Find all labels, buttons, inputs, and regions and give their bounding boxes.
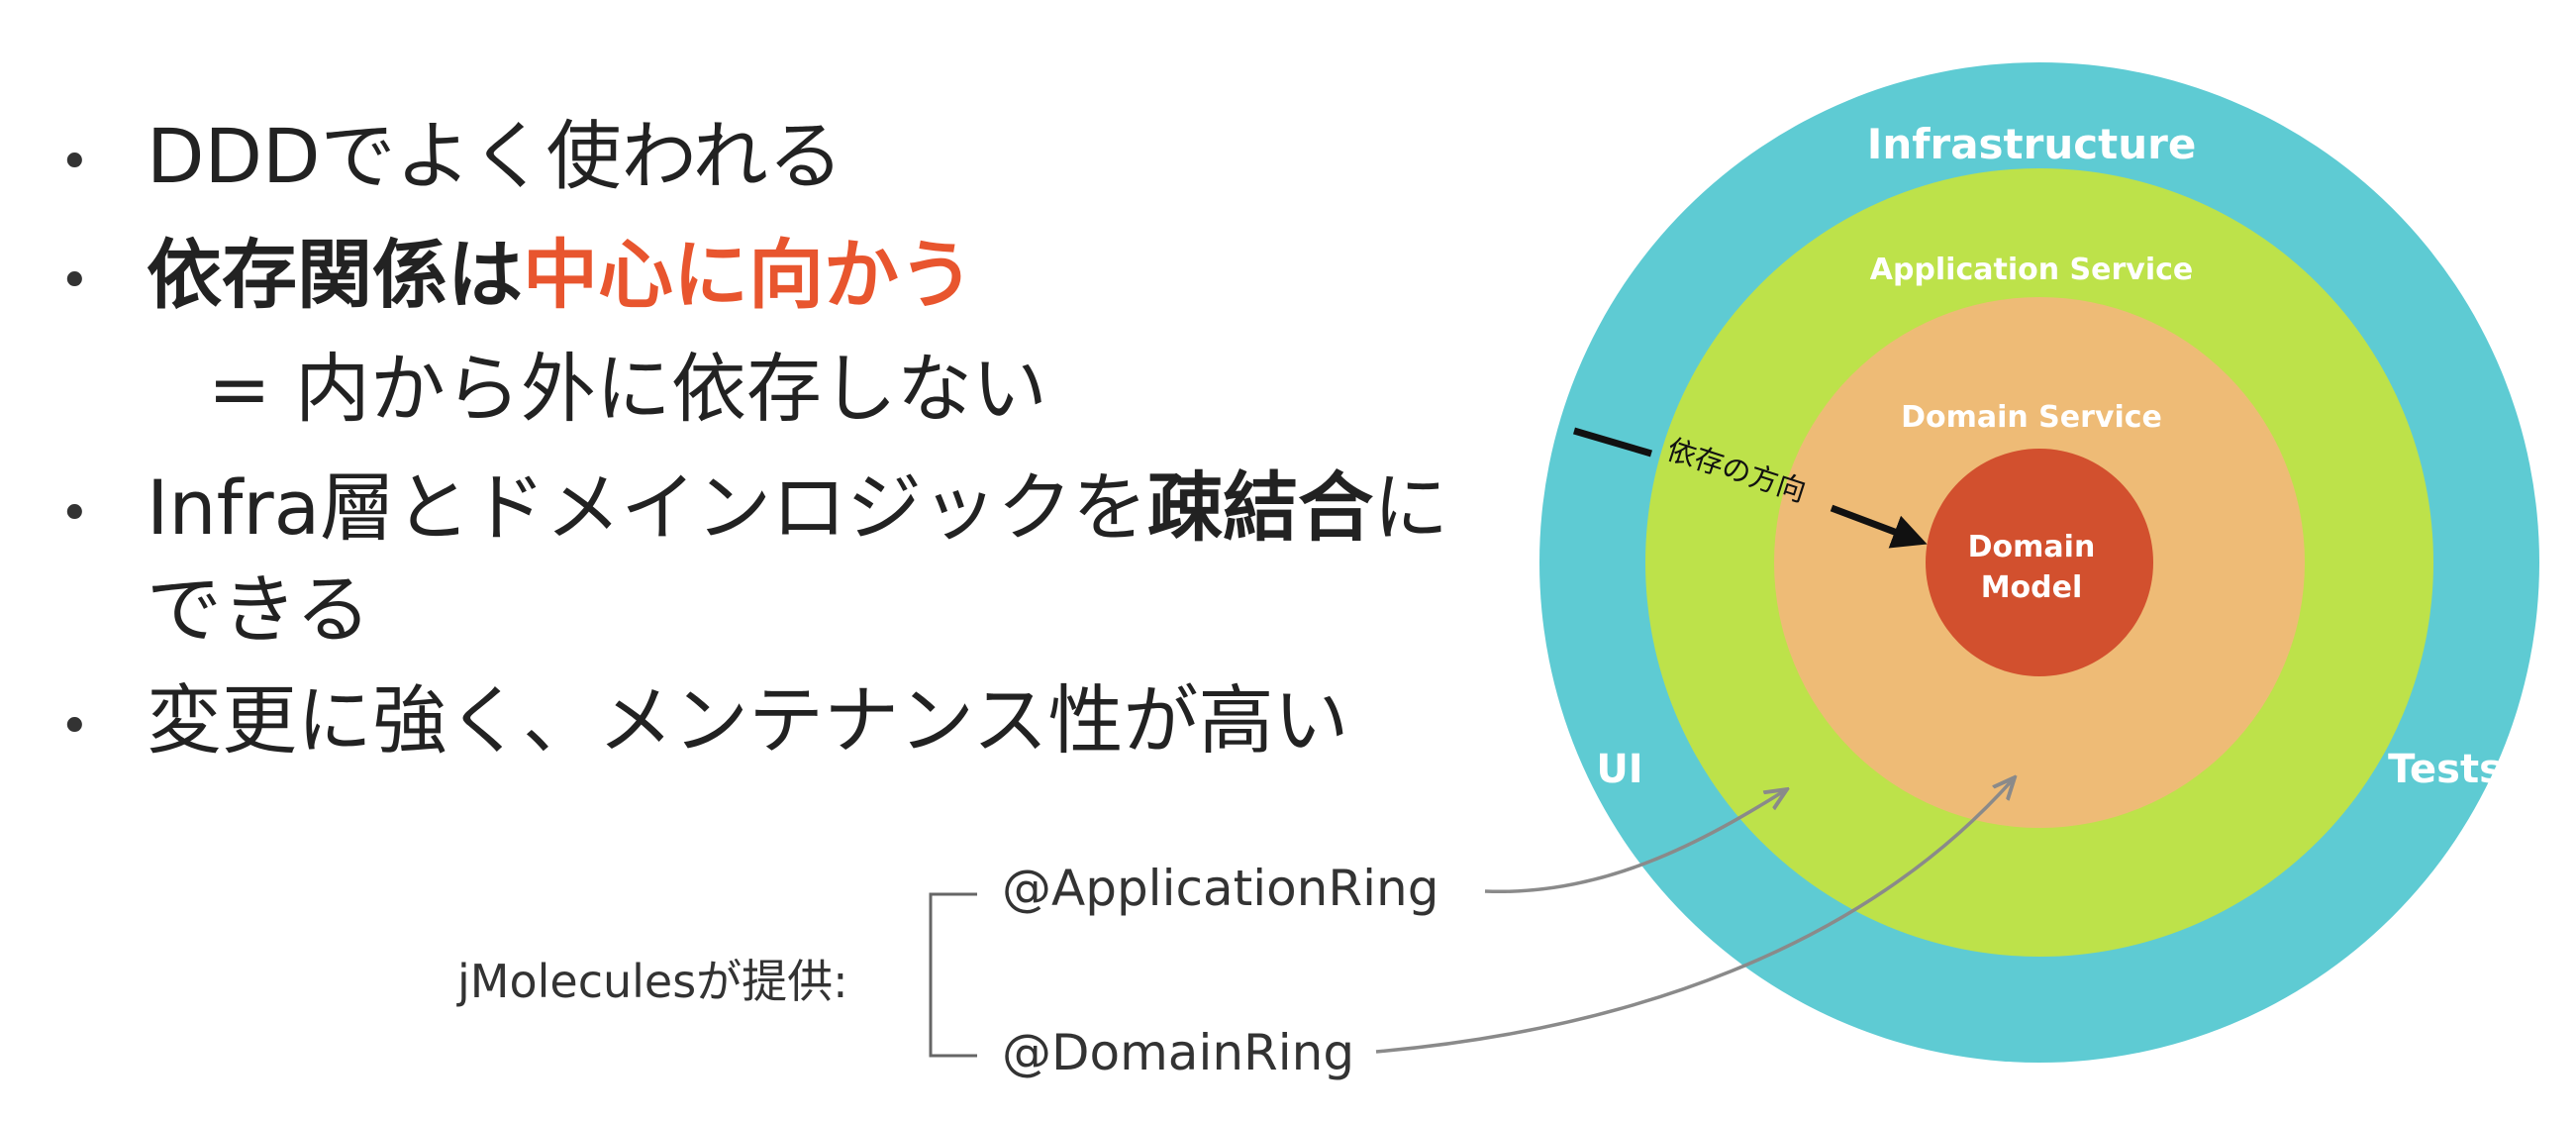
ui-label: UI: [1596, 747, 1642, 792]
domain-ring-annotation: @DomainRing: [1002, 1024, 1355, 1081]
domain-model-label-line1: Domain: [1968, 530, 2096, 564]
infrastructure-label: Infrastructure: [1867, 120, 2197, 168]
domain-service-label: Domain Service: [1901, 400, 2162, 435]
annotation-bracket: [929, 892, 977, 1058]
application-ring-annotation: @ApplicationRing: [1002, 860, 1439, 917]
onion-diagram: Infrastructure Application Service Domai…: [929, 62, 2539, 1063]
jmolecules-provider-label: jMoleculesが提供:: [457, 955, 848, 1008]
application-service-label: Application Service: [1870, 253, 2194, 287]
tests-label: Tests: [2388, 747, 2503, 792]
domain-model-label-line2: Model: [1981, 570, 2083, 605]
